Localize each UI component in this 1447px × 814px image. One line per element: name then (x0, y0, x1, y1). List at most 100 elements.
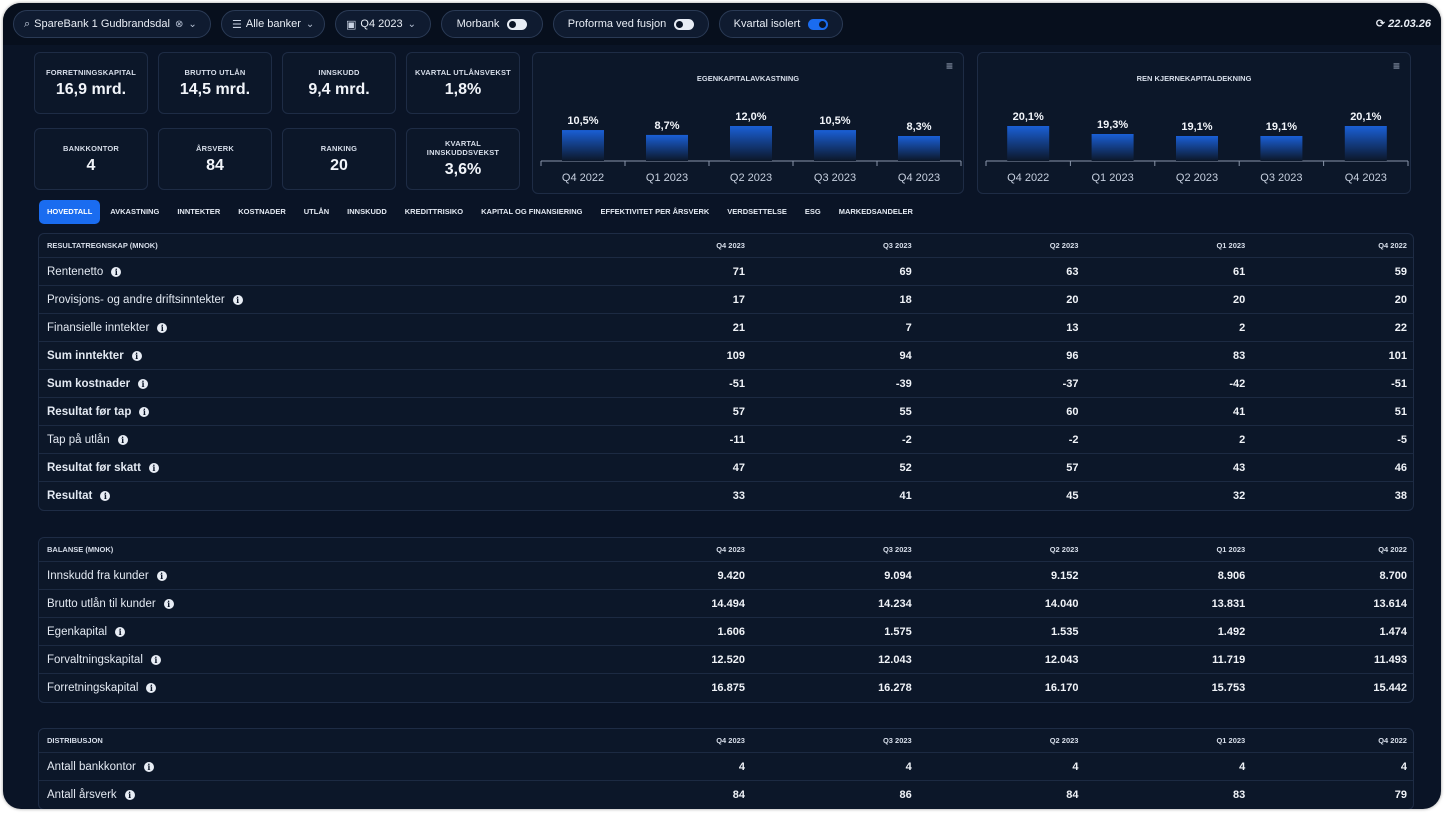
info-icon[interactable]: i (100, 491, 111, 501)
table-row: Tap på utlån i -11 -2 -2 2 -5 (39, 426, 1413, 454)
period-select[interactable]: ▣ Q4 2023 ⌄ (335, 10, 431, 38)
morbank-toggle[interactable]: Morbank (441, 10, 543, 38)
info-icon[interactable]: i (156, 570, 167, 581)
table-header-row: RESULTATREGNSKAP (MNOK) Q4 2023 Q3 2023 Q2 … (39, 234, 1413, 258)
bar[interactable] (562, 130, 604, 161)
kpi-bankkontor: BANKKONTOR 4 (34, 128, 148, 190)
column-header[interactable]: Q4 2022 (1245, 545, 1413, 554)
info-icon[interactable]: i (124, 790, 135, 800)
tab-avkastning[interactable]: AVKASTNING (102, 200, 167, 224)
value-cell: 8.906 (1217, 569, 1246, 582)
row-label: Sum kostnader (47, 377, 131, 390)
kpi-kvartal-utlansvekst: KVARTAL UTLÅNSVEKST 1,8% (406, 52, 520, 114)
column-header[interactable]: Q3 2023 (745, 736, 912, 745)
info-icon[interactable]: i (146, 683, 157, 693)
bar[interactable] (730, 126, 772, 161)
value-cell: 13 (1066, 321, 1079, 334)
chevron-down-icon[interactable]: ⌄ (188, 19, 196, 30)
table-row: Rentenetto i 71 69 63 61 59 (39, 258, 1413, 286)
info-icon[interactable]: i (148, 462, 159, 473)
column-header[interactable]: Q4 2022 (1245, 736, 1413, 745)
info-icon[interactable]: i (138, 378, 149, 389)
table-row: Provisjons- og andre driftsinntekter i 17 1… (39, 286, 1413, 314)
value-cell: 22 (1394, 321, 1407, 334)
column-header[interactable]: Q4 2023 (578, 545, 745, 554)
column-header[interactable]: Q4 2023 (578, 736, 745, 745)
x-tick-label: Q2 2023 (730, 172, 772, 184)
row-label-cell: Forretningskapital i (39, 682, 578, 694)
value-cell: 101 (1388, 349, 1407, 362)
info-icon[interactable]: i (139, 406, 150, 417)
bank-filter-select[interactable]: ☰ Alle banker ⌄ (221, 10, 325, 38)
info-icon[interactable]: i (143, 761, 154, 772)
column-header[interactable]: Q3 2023 (745, 241, 912, 250)
tab-markedsandeler[interactable]: MARKEDSANDELER (831, 200, 921, 224)
row-label: Antall bankkontor (47, 760, 136, 773)
info-icon[interactable]: i (163, 598, 174, 609)
info-icon[interactable]: i (111, 266, 122, 277)
kpi-value: 84 (206, 156, 224, 174)
tab-kapital-og-finansiering[interactable]: KAPITAL OG FINANSIERING (473, 200, 590, 224)
tab-effektivitet-per-årsverk[interactable]: EFFEKTIVITET PER ÅRSVERK (593, 200, 718, 224)
column-header[interactable]: Q2 2023 (912, 736, 1079, 745)
column-header[interactable]: Q4 2023 (578, 241, 745, 250)
morbank-switch[interactable] (507, 18, 528, 30)
table-row: Sum kostnader i -51 -39 -37 -42 -51 (39, 370, 1413, 398)
tab-inntekter[interactable]: INNTEKTER (169, 200, 228, 224)
table-resultatregnskap: RESULTATREGNSKAP (MNOK) Q4 2023 Q3 2023 Q2 … (38, 233, 1414, 511)
bar[interactable] (1260, 136, 1303, 161)
proforma-toggle[interactable]: Proforma ved fusjon (553, 10, 709, 38)
kpi-label: BRUTTO UTLÅN (184, 67, 246, 77)
tab-kostnader[interactable]: KOSTNADER (230, 200, 294, 224)
refresh-icon[interactable]: ⟳ (1376, 18, 1385, 30)
value-cell: 16.875 (711, 682, 745, 694)
value-cell: -2 (901, 433, 912, 446)
bar[interactable] (814, 130, 856, 161)
period-value: Q4 2023 (360, 18, 403, 30)
kvartal-toggle[interactable]: Kvartal isolert (719, 10, 843, 38)
column-header[interactable]: Q1 2023 (1078, 241, 1245, 250)
value-cell: 8.700 (1379, 569, 1407, 582)
info-icon[interactable]: i (131, 350, 142, 361)
tab-kredittrisiko[interactable]: KREDITTRISIKO (397, 200, 471, 224)
bank-select[interactable]: ⌕ SpareBank 1 Gudbrandsdal ⊗ ⌄ (13, 10, 211, 38)
kpi-label: FORRETNINGSKAPITAL (45, 67, 137, 77)
row-label-cell: Sum kostnader i (39, 378, 578, 390)
bank-select-value: SpareBank 1 Gudbrandsdal (34, 18, 170, 30)
info-icon[interactable]: i (157, 322, 168, 333)
row-label-cell: Resultat i (39, 490, 578, 502)
bar[interactable] (1344, 126, 1387, 161)
row-label-cell: Innskudd fra kunder i (39, 570, 578, 582)
row-label: Resultat før skatt (47, 461, 141, 474)
tab-innskudd[interactable]: INNSKUDD (339, 200, 395, 224)
column-header[interactable]: Q2 2023 (912, 545, 1079, 554)
x-tick-label: Q1 2023 (646, 172, 688, 184)
info-icon[interactable]: i (150, 654, 161, 665)
info-icon[interactable]: i (117, 434, 128, 445)
last-updated: ⟳ 22.03.26 (1376, 17, 1431, 30)
bar[interactable] (1007, 126, 1050, 161)
bar[interactable] (898, 136, 940, 161)
value-cell: 84 (732, 789, 745, 801)
column-header[interactable]: Q1 2023 (1078, 736, 1245, 745)
bar[interactable] (1091, 134, 1134, 161)
info-icon[interactable]: i (115, 626, 126, 637)
value-cell: 33 (732, 490, 745, 502)
tab-esg[interactable]: ESG (797, 200, 829, 224)
clear-icon[interactable]: ⊗ (175, 19, 183, 30)
kpi-brutto-utlan: BRUTTO UTLÅN 14,5 mrd. (158, 52, 272, 114)
column-header[interactable]: Q2 2023 (912, 241, 1079, 250)
kpi-label: RANKING (320, 143, 358, 153)
tab-utlån[interactable]: UTLÅN (296, 200, 337, 224)
info-icon[interactable]: i (232, 294, 243, 305)
tab-verdsettelse[interactable]: VERDSETTELSE (719, 200, 795, 224)
tab-hovedtall[interactable]: HOVEDTALL (39, 200, 101, 224)
column-header[interactable]: Q1 2023 (1078, 545, 1245, 554)
bar[interactable] (646, 134, 688, 161)
kvartal-switch[interactable] (808, 18, 829, 30)
proforma-switch[interactable] (674, 18, 695, 30)
bar[interactable] (1176, 136, 1218, 161)
column-header[interactable]: Q3 2023 (745, 545, 912, 554)
kpi-value: 14,5 mrd. (179, 80, 251, 98)
column-header[interactable]: Q4 2022 (1245, 241, 1413, 250)
